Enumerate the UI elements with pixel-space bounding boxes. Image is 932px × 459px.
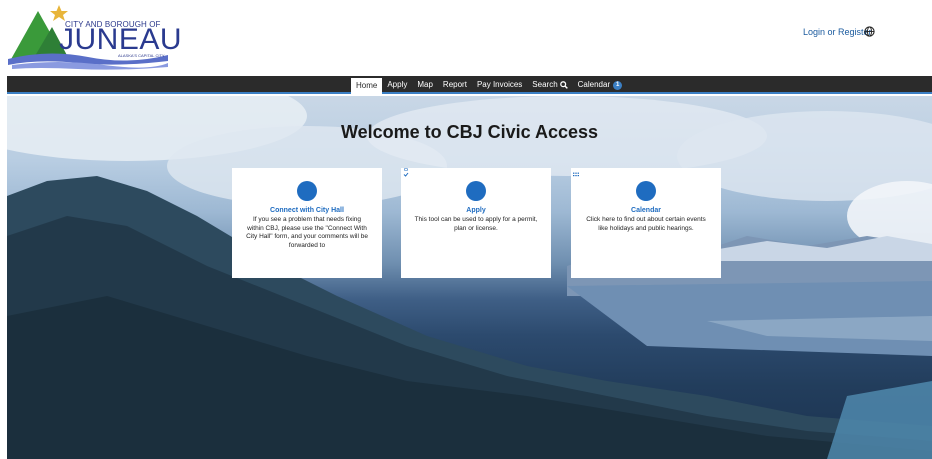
logo-main-text: JUNEAU [59, 23, 183, 56]
nav-calendar[interactable]: Calendar 1 [573, 77, 627, 93]
nav-map-label: Map [417, 80, 433, 89]
calendar-icon [571, 168, 656, 201]
cbj-logo[interactable]: CITY AND BOROUGH OF JUNEAU ALASKA'S CAPI… [8, 3, 182, 71]
card-description: If you see a problem that needs fixing w… [246, 216, 368, 249]
search-icon [559, 81, 568, 89]
card-connect-city-hall[interactable]: Connect with City Hall If you see a prob… [232, 168, 382, 278]
nav-search-label: Search [532, 80, 558, 89]
nav-report-label: Report [442, 80, 467, 89]
login-register-link[interactable]: Login or Register [803, 27, 872, 37]
nav-apply-label: Apply [387, 80, 408, 89]
nav-calendar-label: Calendar [577, 80, 611, 89]
nav-pay-invoices[interactable]: Pay Invoices [472, 77, 527, 93]
nav-home[interactable]: Home [351, 78, 383, 94]
card-calendar[interactable]: Calendar Click here to find out about ce… [571, 168, 721, 278]
search-icon [232, 168, 317, 201]
nav-map[interactable]: Map [412, 77, 438, 93]
logo-sub-text: ALASKA'S CAPITAL CITY [118, 53, 165, 58]
calendar-count-badge: 1 [613, 80, 623, 90]
nav-home-label: Home [356, 81, 378, 90]
card-apply[interactable]: Apply This tool can be used to apply for… [401, 168, 551, 278]
main-nav: Home Apply Map Report Pay Invoices Searc… [7, 76, 932, 94]
clipboard-icon [402, 168, 486, 201]
card-description: Click here to find out about certain eve… [586, 216, 706, 232]
card-title: Connect with City Hall [270, 207, 344, 214]
hero-banner: Welcome to CBJ Civic Access Connect with… [7, 96, 932, 459]
card-description: This tool can be used to apply for a per… [414, 216, 538, 232]
nav-report[interactable]: Report [438, 77, 472, 93]
nav-apply[interactable]: Apply [382, 77, 412, 93]
site-header: CITY AND BOROUGH OF JUNEAU ALASKA'S CAPI… [0, 0, 932, 76]
page-title: Welcome to CBJ Civic Access [340, 122, 599, 142]
nav-pay-invoices-label: Pay Invoices [476, 80, 523, 89]
card-title: Calendar [631, 207, 661, 214]
globe-icon[interactable] [864, 26, 875, 37]
nav-search[interactable]: Search [527, 77, 572, 93]
card-title: Apply [466, 207, 486, 214]
